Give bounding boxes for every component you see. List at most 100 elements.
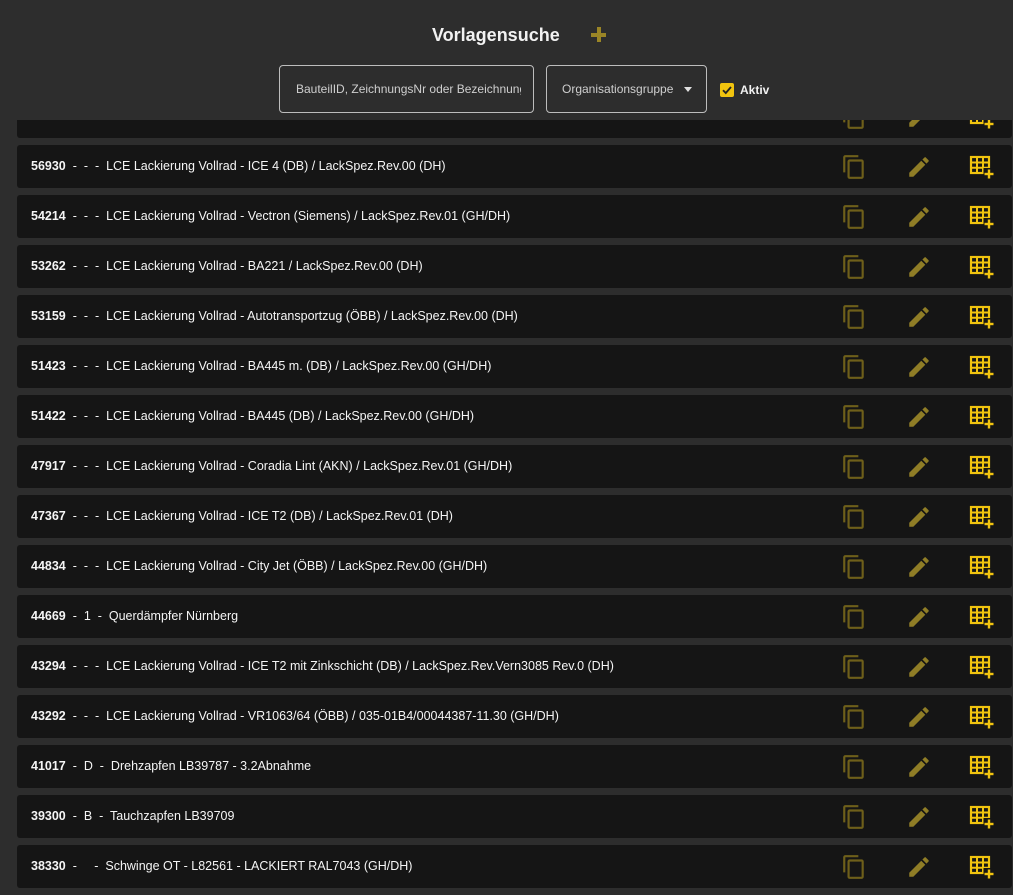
pencil-icon[interactable] — [906, 404, 932, 430]
pencil-icon[interactable] — [906, 304, 932, 330]
list-item[interactable]: 51422 - - - LCE Lackierung Vollrad - BA4… — [17, 395, 1012, 438]
separator: - — [88, 159, 107, 173]
pencil-icon[interactable] — [906, 154, 932, 180]
list-item[interactable]: 43292 - - - LCE Lackierung Vollrad - VR1… — [17, 695, 1012, 738]
organisation-group-select[interactable]: Organisationsgruppe — [546, 65, 707, 113]
table-add-icon[interactable] — [969, 854, 995, 880]
template-id: 44834 — [31, 559, 66, 573]
copy-icon[interactable] — [841, 204, 867, 230]
separator: - — [65, 859, 84, 873]
template-list: 57262 - 1 - Joch56930 - - - LCE Lackieru… — [17, 95, 1012, 895]
copy-icon[interactable] — [841, 504, 867, 530]
list-item[interactable]: 51423 - - - LCE Lackierung Vollrad - BA4… — [17, 345, 1012, 388]
table-add-icon[interactable] — [969, 804, 995, 830]
pencil-icon[interactable] — [906, 354, 932, 380]
copy-icon[interactable] — [841, 154, 867, 180]
pencil-icon[interactable] — [906, 604, 932, 630]
chevron-down-icon — [684, 87, 692, 92]
pencil-icon[interactable] — [906, 804, 932, 830]
template-name: LCE Lackierung Vollrad - ICE T2 (DB) / L… — [106, 509, 453, 523]
copy-icon[interactable] — [841, 854, 867, 880]
list-item[interactable]: 38330 - - Schwinge OT - L82561 - LACKIER… — [17, 845, 1012, 888]
copy-icon[interactable] — [841, 604, 867, 630]
template-id: 47367 — [31, 509, 66, 523]
list-item[interactable]: 39300 - B - Tauchzapfen LB39709 — [17, 795, 1012, 838]
list-item-text: 44834 - - - LCE Lackierung Vollrad - Cit… — [31, 545, 487, 588]
table-add-icon[interactable] — [969, 354, 995, 380]
list-item[interactable]: 41017 - D - Drehzapfen LB39787 - 3.2Abna… — [17, 745, 1012, 788]
table-add-icon[interactable] — [969, 404, 995, 430]
list-item[interactable]: 53262 - - - LCE Lackierung Vollrad - BA2… — [17, 245, 1012, 288]
template-name: Querdämpfer Nürnberg — [108, 609, 239, 623]
template-name: Schwinge OT - L82561 - LACKIERT RAL7043 … — [105, 859, 413, 873]
pencil-icon[interactable] — [906, 654, 932, 680]
table-add-icon[interactable] — [969, 604, 995, 630]
copy-icon[interactable] — [841, 304, 867, 330]
list-item[interactable]: 53159 - - - LCE Lackierung Vollrad - Aut… — [17, 295, 1012, 338]
separator: - — [65, 209, 84, 223]
separator: - — [88, 559, 107, 573]
list-item[interactable]: 54214 - - - LCE Lackierung Vollrad - Vec… — [17, 195, 1012, 238]
list-item-text: 51423 - - - LCE Lackierung Vollrad - BA4… — [31, 345, 491, 388]
separator: - — [88, 409, 107, 423]
separator: - — [65, 659, 84, 673]
search-input[interactable] — [280, 66, 533, 112]
list-item[interactable]: 43294 - - - LCE Lackierung Vollrad - ICE… — [17, 645, 1012, 688]
template-id: 54214 — [31, 209, 66, 223]
copy-icon[interactable] — [841, 654, 867, 680]
separator: - — [88, 459, 107, 473]
pencil-icon[interactable] — [906, 504, 932, 530]
template-id: 39300 — [31, 809, 66, 823]
table-add-icon[interactable] — [969, 754, 995, 780]
template-id: 44669 — [31, 609, 66, 623]
template-name: LCE Lackierung Vollrad - ICE 4 (DB) / La… — [106, 159, 446, 173]
list-item[interactable]: 47367 - - - LCE Lackierung Vollrad - ICE… — [17, 495, 1012, 538]
template-id: 47917 — [31, 459, 66, 473]
list-item[interactable]: 44669 - 1 - Querdämpfer Nürnberg — [17, 595, 1012, 638]
separator: - — [65, 259, 84, 273]
copy-icon[interactable] — [841, 354, 867, 380]
pencil-icon[interactable] — [906, 204, 932, 230]
list-item-text: 43294 - - - LCE Lackierung Vollrad - ICE… — [31, 645, 614, 688]
pencil-icon[interactable] — [906, 854, 932, 880]
template-name: Tauchzapfen LB39709 — [110, 809, 235, 823]
list-item[interactable]: 47917 - - - LCE Lackierung Vollrad - Cor… — [17, 445, 1012, 488]
plus-icon[interactable] — [588, 24, 610, 46]
copy-icon[interactable] — [841, 704, 867, 730]
template-id: 51423 — [31, 359, 66, 373]
pencil-icon[interactable] — [906, 704, 932, 730]
template-revision: B — [83, 809, 93, 823]
copy-icon[interactable] — [841, 454, 867, 480]
table-add-icon[interactable] — [969, 504, 995, 530]
table-add-icon[interactable] — [969, 254, 995, 280]
copy-icon[interactable] — [841, 404, 867, 430]
template-name: Drehzapfen LB39787 - 3.2Abnahme — [110, 759, 312, 773]
table-add-icon[interactable] — [969, 454, 995, 480]
copy-icon[interactable] — [841, 804, 867, 830]
separator: - — [65, 309, 84, 323]
pencil-icon[interactable] — [906, 554, 932, 580]
template-id: 56930 — [31, 159, 66, 173]
table-add-icon[interactable] — [969, 154, 995, 180]
table-add-icon[interactable] — [969, 204, 995, 230]
copy-icon[interactable] — [841, 754, 867, 780]
list-item[interactable]: 56930 - - - LCE Lackierung Vollrad - ICE… — [17, 145, 1012, 188]
pencil-icon[interactable] — [906, 754, 932, 780]
list-item[interactable]: 44834 - - - LCE Lackierung Vollrad - Cit… — [17, 545, 1012, 588]
template-revision: 1 — [83, 609, 91, 623]
active-checkbox[interactable] — [720, 83, 734, 97]
separator: - — [88, 259, 107, 273]
page-title: Vorlagensuche — [432, 25, 560, 45]
template-name: LCE Lackierung Vollrad - Coradia Lint (A… — [106, 459, 513, 473]
copy-icon[interactable] — [841, 254, 867, 280]
copy-icon[interactable] — [841, 554, 867, 580]
table-add-icon[interactable] — [969, 304, 995, 330]
pencil-icon[interactable] — [906, 254, 932, 280]
table-add-icon[interactable] — [969, 704, 995, 730]
table-add-icon[interactable] — [969, 654, 995, 680]
search-field[interactable] — [279, 65, 534, 113]
pencil-icon[interactable] — [906, 454, 932, 480]
template-id: 53159 — [31, 309, 66, 323]
separator: - — [88, 209, 107, 223]
table-add-icon[interactable] — [969, 554, 995, 580]
